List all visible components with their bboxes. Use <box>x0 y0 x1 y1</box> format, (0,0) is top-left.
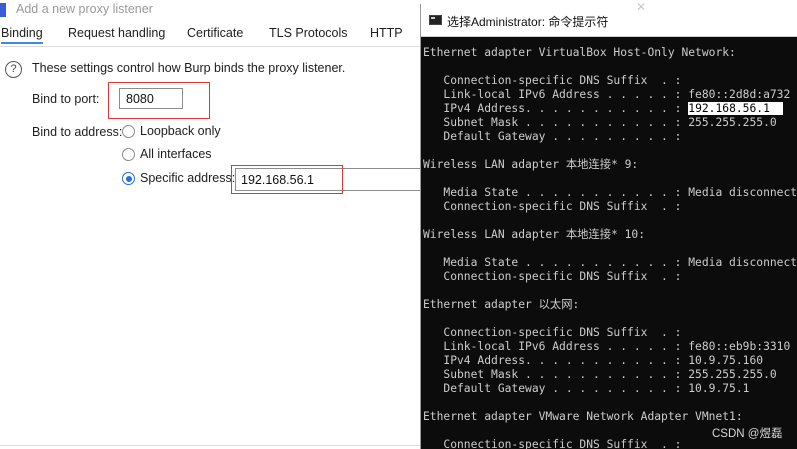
cmd-line: Connection-specific DNS Suffix . : <box>423 270 682 283</box>
cmd-line: Wireless LAN adapter 本地连接* 9: <box>423 158 639 171</box>
tab-binding[interactable]: Binding <box>1 26 43 44</box>
intro-text: These settings control how Burp binds th… <box>32 61 346 75</box>
selected-ip-text[interactable]: 192.168.56.1 <box>688 102 784 115</box>
cmd-line-ipv4-selected[interactable]: IPv4 Address. . . . . . . . . . . : 192.… <box>423 102 784 116</box>
cmd-line: Connection-specific DNS Suffix . : <box>423 438 682 449</box>
cmd-line: Default Gateway . . . . . . . . . : <box>423 130 682 143</box>
cmd-line: Link-local IPv6 Address . . . . . : fe80… <box>423 88 791 101</box>
tab-divider <box>0 46 420 47</box>
tab-certificate[interactable]: Certificate <box>187 26 243 40</box>
loopback-radio[interactable] <box>122 125 135 138</box>
cmd-line: Subnet Mask . . . . . . . . . . . : 255.… <box>423 368 777 381</box>
dialog-bottom-divider <box>0 445 420 446</box>
bind-address-label: Bind to address: <box>32 125 123 139</box>
address-highlight-box <box>231 165 343 194</box>
bind-port-label: Bind to port: <box>32 92 100 106</box>
proxy-listener-dialog: Add a new proxy listener Binding Request… <box>0 0 435 449</box>
port-highlight-box <box>108 82 210 119</box>
cmd-line: Connection-specific DNS Suffix . : <box>423 326 682 339</box>
dialog-title: Add a new proxy listener <box>16 2 153 16</box>
cmd-line: Connection-specific DNS Suffix . : <box>423 200 682 213</box>
cmd-line: IPv4 Address. . . . . . . . . . . : 10.9… <box>423 354 764 367</box>
dialog-title-bar: Add a new proxy listener <box>0 0 430 20</box>
cmd-title-bar[interactable]: 选择Administrator: 命令提示符 <box>421 4 797 37</box>
tab-bar: Binding Request handling Certificate TLS… <box>0 22 430 46</box>
cmd-line: Default Gateway . . . . . . . . . : 10.9… <box>423 382 750 395</box>
cmd-line: Wireless LAN adapter 本地连接* 10: <box>423 228 646 241</box>
cmd-line: Connection-specific DNS Suffix . : <box>423 74 682 87</box>
cmd-line: Link-local IPv6 Address . . . . . : fe80… <box>423 340 791 353</box>
tab-http[interactable]: HTTP <box>370 26 403 40</box>
close-icon[interactable]: ✕ <box>636 0 646 14</box>
console-icon <box>429 15 442 25</box>
tab-request-handling[interactable]: Request handling <box>68 26 165 40</box>
cmd-title: 选择Administrator: 命令提示符 <box>447 15 609 29</box>
cmd-line: Media State . . . . . . . . . . . : Medi… <box>423 186 797 199</box>
specific-address-radio[interactable] <box>122 172 135 185</box>
all-interfaces-radio[interactable] <box>122 148 135 161</box>
cmd-line: Ethernet adapter VirtualBox Host-Only Ne… <box>423 46 736 59</box>
tab-tls-protocols[interactable]: TLS Protocols <box>269 26 348 40</box>
watermark: CSDN @煜磊 <box>712 428 783 440</box>
title-accent <box>0 3 6 17</box>
loopback-label: Loopback only <box>140 124 221 138</box>
cmd-line: Ethernet adapter VMware Network Adapter … <box>423 410 743 423</box>
cmd-line: Ethernet adapter 以太网: <box>423 298 580 311</box>
cmd-line: Media State . . . . . . . . . . . : Medi… <box>423 256 797 269</box>
cmd-line: Subnet Mask . . . . . . . . . . . : 255.… <box>423 116 777 129</box>
cmd-window: 选择Administrator: 命令提示符 Ethernet adapter … <box>420 4 797 449</box>
specific-address-label: Specific address: <box>140 171 236 185</box>
help-icon[interactable]: ? <box>5 61 22 78</box>
all-interfaces-label: All interfaces <box>140 147 212 161</box>
